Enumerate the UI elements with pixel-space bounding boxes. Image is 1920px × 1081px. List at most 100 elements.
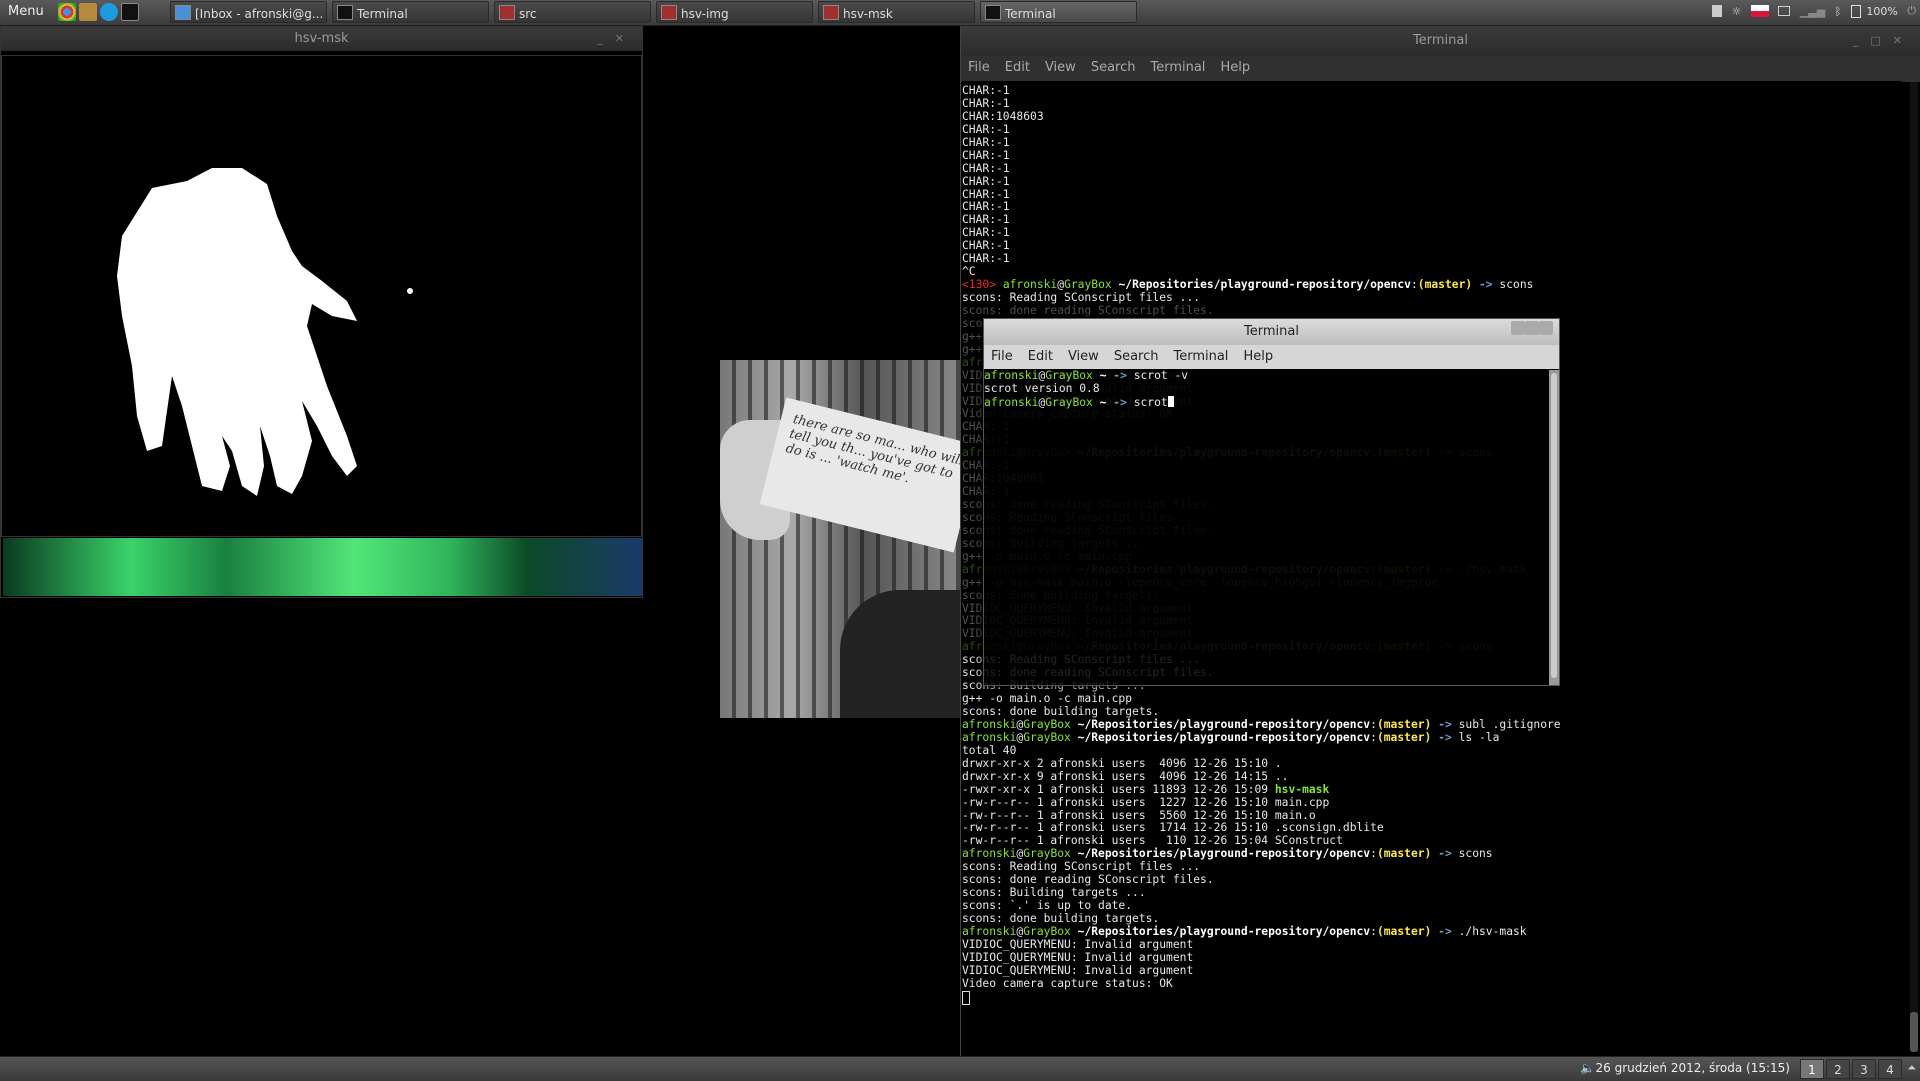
panel-arrow-icon[interactable]: ⏶: [1907, 1061, 1916, 1075]
terminal-line: CHAR:-1: [962, 187, 1010, 201]
taskbar-item-label: hsv-msk: [843, 7, 893, 21]
app-window-icon: [661, 5, 677, 20]
file-manager-launcher-icon[interactable]: [79, 3, 97, 21]
prompt-path: ~/Repositories/playground-repository/ope…: [1077, 717, 1371, 731]
menu-item-search[interactable]: Search: [1107, 345, 1167, 364]
terminal-line: Video camera capture status: OK: [962, 976, 1173, 990]
menu-item-search[interactable]: Search: [1084, 56, 1144, 75]
prompt-branch: (master): [1376, 717, 1432, 731]
prompt-home: ~: [1099, 395, 1107, 409]
menu-item-view[interactable]: View: [1038, 56, 1084, 75]
clipboard-icon[interactable]: [1711, 5, 1722, 17]
volume-icon[interactable]: 🔈: [1580, 1061, 1595, 1075]
battery-icon[interactable]: [1850, 4, 1861, 18]
ls-name: main.o: [1274, 808, 1316, 822]
terminal-line: CHAR:-1: [962, 213, 1010, 227]
menu-button[interactable]: Menu: [4, 3, 48, 20]
prompt-command: scons: [1499, 278, 1534, 292]
close-icon[interactable]: [1539, 321, 1553, 335]
menu-item-terminal[interactable]: Terminal: [1166, 345, 1236, 364]
scrollbar-thumb[interactable]: [1551, 373, 1557, 678]
prompt-branch: (master): [1376, 847, 1432, 861]
bluetooth-icon[interactable]: ᛒ: [1835, 5, 1842, 18]
taskbar-item[interactable]: [Inbox - afronski@g...: [170, 1, 327, 23]
terminal-launcher-icon[interactable]: [121, 3, 139, 21]
chrome-launcher-icon[interactable]: [58, 3, 76, 21]
top-panel: Menu [Inbox - afronski@g... Terminal src hs…: [0, 0, 1920, 26]
taskbar-item[interactable]: src: [494, 1, 651, 23]
close-icon[interactable]: ✕: [615, 32, 636, 45]
taskbar-item-label: Terminal: [357, 7, 408, 21]
prompt-user: afronski: [1002, 278, 1058, 292]
terminal-small-window[interactable]: Terminal File Edit View Search Terminal Help …: [983, 318, 1560, 686]
terminal-small-output[interactable]: afronski@GrayBox ~ -> scrot -v scrot vers…: [984, 370, 1549, 685]
prompt-host: GrayBox: [1023, 847, 1071, 861]
terminal-line: CHAR:1048603: [962, 109, 1044, 123]
terminal-icon: [985, 5, 1001, 20]
prompt-arrow: ->: [1438, 847, 1452, 861]
scrollbar-thumb[interactable]: [1910, 1012, 1918, 1052]
menu-item-terminal[interactable]: Terminal: [1143, 56, 1213, 75]
taskbar-item-label: Terminal: [1005, 7, 1056, 21]
prompt-line: afronski@GrayBox ~ -> scrot: [984, 395, 1549, 409]
terminal-small-scrollbar[interactable]: [1549, 370, 1559, 685]
workspace-2[interactable]: 2: [1826, 1059, 1850, 1079]
menu-item-edit[interactable]: Edit: [1021, 345, 1061, 364]
prompt-path: ~/Repositories/playground-repository/ope…: [1077, 847, 1371, 861]
menu-item-file[interactable]: File: [984, 345, 1021, 364]
power-icon[interactable]: ⏻: [1907, 4, 1916, 18]
menu-item-file[interactable]: File: [961, 56, 998, 75]
terminal-line: scrot version 0.8: [984, 381, 1100, 395]
taskbar-item-label: [Inbox - afronski@g...: [195, 7, 324, 21]
prompt-arrow: ->: [1438, 924, 1452, 938]
ls-name: hsv-mask: [1274, 782, 1330, 796]
menu-item-help[interactable]: Help: [1236, 345, 1281, 364]
prompt-line: afronski@GrayBox ~/Repositories/playgrou…: [962, 924, 1527, 938]
maximize-icon[interactable]: □: [1870, 34, 1892, 47]
clock[interactable]: 26 grudzień 2012, środa (15:15): [1596, 1061, 1790, 1075]
ls-perm: -rw-r--r-- 1 afronski users 5560 12-26 1…: [962, 808, 1275, 822]
workspace-3[interactable]: 3: [1852, 1059, 1876, 1079]
terminal-line: CHAR:-1: [962, 174, 1010, 188]
close-icon[interactable]: ✕: [1893, 34, 1914, 47]
signal-icon[interactable]: ▁▃▅: [1800, 5, 1825, 18]
prompt-user: afronski: [962, 730, 1017, 744]
hsv-msk-window[interactable]: hsv-msk _✕: [0, 26, 643, 598]
menu-item-help[interactable]: Help: [1213, 56, 1258, 75]
workspace-1[interactable]: 1: [1800, 1059, 1824, 1079]
cursor-block: [962, 990, 970, 1005]
skype-launcher-icon[interactable]: [100, 3, 118, 21]
terminal-line: scons: Reading SConscript files ...: [962, 291, 1201, 304]
terminal-small-titlebar[interactable]: Terminal: [984, 319, 1559, 345]
taskbar-item[interactable]: Terminal: [980, 1, 1137, 23]
workspace-4[interactable]: 4: [1878, 1059, 1902, 1079]
prompt-command: scons: [1458, 847, 1493, 861]
display-icon[interactable]: [1778, 6, 1791, 16]
terminal-line: CHAR:-1: [962, 239, 1010, 253]
brightness-icon[interactable]: ☼: [1731, 5, 1741, 18]
terminal-main-scrollbar[interactable]: [1910, 82, 1918, 1052]
ls-perm: -rw-r--r-- 1 afronski users 110 12-26 15…: [962, 834, 1275, 848]
maximize-icon[interactable]: [1525, 321, 1539, 335]
taskbar-item[interactable]: hsv-img: [656, 1, 813, 23]
keyboard-layout-flag-icon[interactable]: [1750, 5, 1769, 17]
hand-mask-image: [117, 168, 413, 496]
prompt-user: afronski: [962, 717, 1017, 731]
ls-perm: drwxr-xr-x 2 afronski users 4096 12-26 1…: [962, 756, 1275, 770]
hsv-msk-titlebar[interactable]: hsv-msk _✕: [1, 27, 642, 51]
prompt-user: afronski: [984, 370, 1039, 382]
terminal-main-titlebar[interactable]: Terminal _□✕: [961, 26, 1920, 56]
taskbar-item[interactable]: hsv-msk: [818, 1, 975, 23]
taskbar-item[interactable]: Terminal: [332, 1, 489, 23]
menu-item-edit[interactable]: Edit: [998, 56, 1038, 75]
minimize-icon[interactable]: [1511, 321, 1525, 335]
prompt-command: ls -la: [1458, 730, 1500, 744]
app-window-icon: [823, 5, 839, 20]
ls-perm: -rw-r--r-- 1 afronski users 1227 12-26 1…: [962, 795, 1275, 809]
window-title: Terminal: [1244, 324, 1299, 339]
hsv-img-photo: there are so ma... who will tell you th.…: [720, 360, 960, 718]
menu-item-view[interactable]: View: [1061, 345, 1107, 364]
minimize-icon[interactable]: _: [597, 32, 615, 45]
exit-code: <130>: [962, 278, 997, 292]
minimize-icon[interactable]: _: [1853, 34, 1871, 47]
